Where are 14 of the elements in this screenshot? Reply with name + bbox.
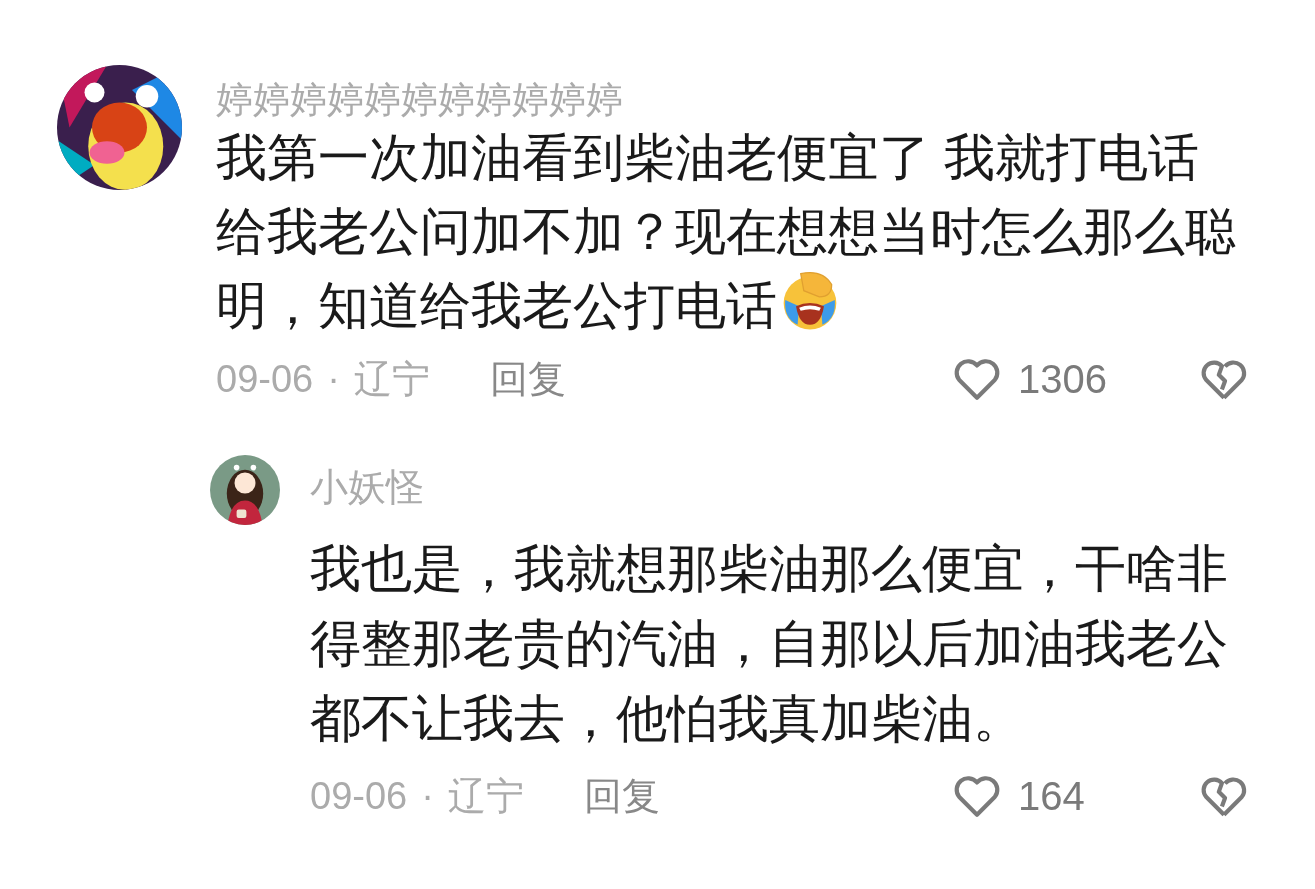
user-name[interactable]: 小妖怪 bbox=[310, 463, 1265, 511]
comment-text: 我第一次加油看到柴油老便宜了 我就打电话给我老公问加不加？现在想想当时怎么那么聪明，知道给我老公打电话 bbox=[216, 128, 1237, 336]
comment-date: 09-06 bbox=[216, 356, 314, 402]
user-name[interactable]: 婷婷婷婷婷婷婷婷婷婷婷 bbox=[216, 77, 1246, 123]
comment-location: 辽宁 bbox=[447, 773, 524, 819]
like-count: 164 bbox=[1018, 773, 1086, 820]
reply-link[interactable]: 回复 bbox=[583, 767, 660, 825]
comment-location: 辽宁 bbox=[353, 356, 430, 402]
like-count: 1306 bbox=[1018, 356, 1108, 403]
reply-link[interactable]: 回复 bbox=[489, 350, 566, 408]
comment-date: 09-06 bbox=[310, 773, 408, 819]
dot-separator: · bbox=[326, 356, 341, 402]
dot-separator: · bbox=[420, 773, 435, 819]
comment-text: 我也是，我就想那柴油那么便宜，干啥非得整那老贵的汽油，自那以后加油我老公都不让我去，他怕我真加柴油。 bbox=[310, 539, 1229, 749]
